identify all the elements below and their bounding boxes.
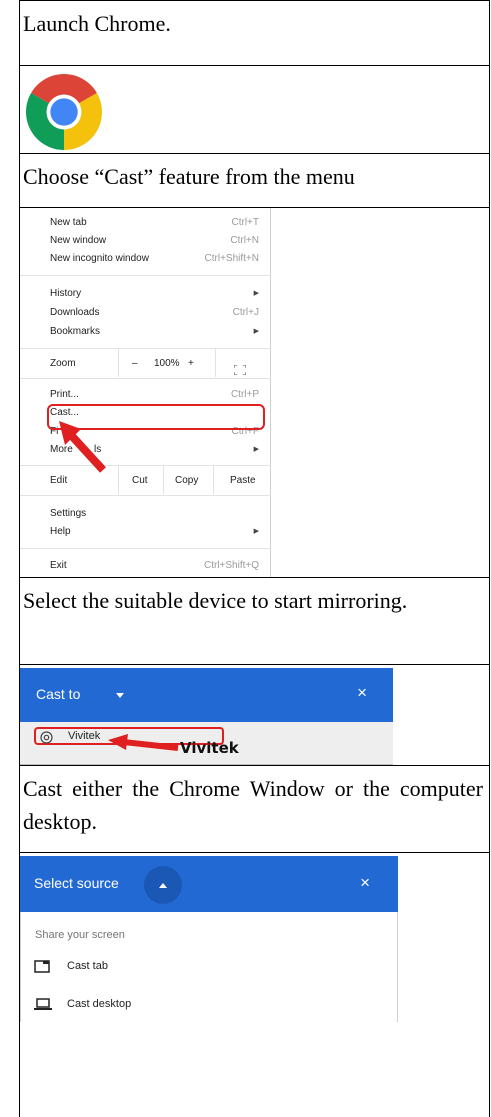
menu-item-exit[interactable]: Exit Ctrl+Shift+Q <box>20 557 271 575</box>
menu-item-history[interactable]: History ▶ <box>20 285 271 303</box>
cast-dialog-header: Cast to × <box>20 668 393 722</box>
submenu-arrow-icon: ▶ <box>253 528 259 535</box>
menu-item-print[interactable]: Print... Ctrl+P <box>20 386 271 404</box>
submenu-arrow-icon: ▶ <box>253 290 259 297</box>
menu-item-new-window[interactable]: New window Ctrl+N <box>20 232 271 250</box>
chevron-up-icon <box>159 883 167 888</box>
device-list: Vivitek Vivitek <box>20 722 393 765</box>
step-1-text: Launch Chrome. <box>23 11 171 36</box>
menu-item-new-tab[interactable]: New tab Ctrl+T <box>20 214 271 232</box>
menu-divider <box>20 378 271 379</box>
step-3-row: Select the suitable device to start mirr… <box>20 578 489 665</box>
tab-icon <box>34 960 50 973</box>
menu-item-bookmarks[interactable]: Bookmarks ▶ <box>20 323 271 341</box>
step-4-text: Cast either the Chrome Window or the com… <box>23 776 483 834</box>
laptop-icon <box>34 998 52 1010</box>
menu-item-incognito[interactable]: New incognito window Ctrl+Shift+N <box>20 250 271 268</box>
step-2-text: Choose “Cast” feature from the menu <box>23 164 355 189</box>
red-arrow-icon <box>108 734 179 751</box>
source-dialog-row: Select source × Share your screen Cast t… <box>20 853 489 1117</box>
step-3-text: Select the suitable device to start mirr… <box>23 588 408 613</box>
cast-tab-option[interactable]: Cast tab <box>21 952 397 982</box>
chrome-logo-icon <box>26 74 102 150</box>
source-dialog-title: Select source <box>34 875 119 891</box>
zoom-in-button[interactable]: + <box>188 349 194 378</box>
fullscreen-icon[interactable] <box>233 358 247 376</box>
source-list: Share your screen Cast tab Cast desktop <box>20 912 398 1022</box>
menu-item-help[interactable]: Help ▶ <box>20 523 271 541</box>
cut-button[interactable]: Cut <box>132 466 148 495</box>
step-1-row: Launch Chrome. <box>20 0 489 66</box>
dropdown-arrow-icon[interactable] <box>116 693 124 698</box>
menu-divider <box>20 275 271 276</box>
chrome-menu: New tab Ctrl+T New window Ctrl+N New inc… <box>20 208 271 577</box>
device-label: Vivitek <box>68 730 101 742</box>
share-screen-heading: Share your screen <box>35 929 125 941</box>
cast-desktop-option[interactable]: Cast desktop <box>21 990 397 1020</box>
close-icon[interactable]: × <box>357 683 367 703</box>
cast-tab-label: Cast tab <box>67 960 108 972</box>
step-2-row: Choose “Cast” feature from the menu <box>20 154 489 208</box>
zoom-level: 100% <box>154 358 180 369</box>
close-icon[interactable]: × <box>360 873 370 893</box>
collapse-button[interactable] <box>144 866 182 904</box>
cast-dialog: Cast to × Vivitek Vivitek <box>20 668 393 765</box>
copy-button[interactable]: Copy <box>175 466 198 495</box>
cast-dialog-row: Cast to × Vivitek Vivitek <box>20 665 489 766</box>
submenu-arrow-icon: ▶ <box>253 446 259 453</box>
chrome-menu-row: New tab Ctrl+T New window Ctrl+N New inc… <box>20 208 489 578</box>
source-dialog-header: Select source × <box>20 856 398 912</box>
red-arrow-icon <box>59 421 106 473</box>
menu-item-zoom: Zoom – 100% + <box>20 349 271 378</box>
menu-item-downloads[interactable]: Downloads Ctrl+J <box>20 304 271 322</box>
cast-desktop-label: Cast desktop <box>67 998 132 1010</box>
paste-button[interactable]: Paste <box>230 466 256 495</box>
instruction-table: Launch Chrome. Choose “Cast” feature fro… <box>19 0 490 1117</box>
cast-dialog-title: Cast to <box>36 686 81 702</box>
menu-item-settings[interactable]: Settings <box>20 505 271 523</box>
step-4-row: Cast either the Chrome Window or the com… <box>20 766 489 853</box>
zoom-out-button[interactable]: – <box>132 349 138 378</box>
menu-divider <box>20 548 271 549</box>
menu-divider <box>20 495 271 496</box>
vivitek-callout-label: Vivitek <box>180 739 239 757</box>
submenu-arrow-icon: ▶ <box>253 328 259 335</box>
cast-device-icon <box>40 731 53 744</box>
chrome-logo-row <box>20 66 489 154</box>
